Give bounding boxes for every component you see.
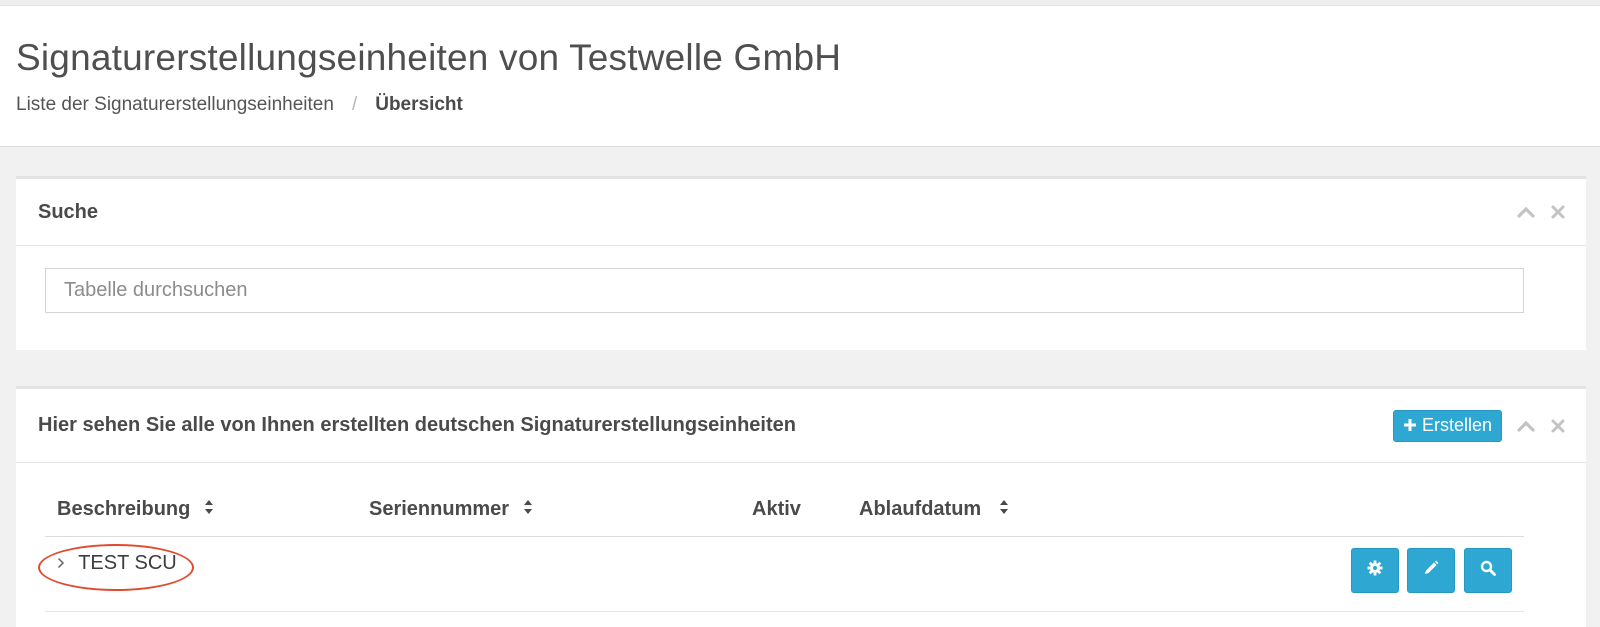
cell-ablaufdatum <box>859 536 1159 612</box>
close-icon[interactable] <box>1548 202 1568 222</box>
search-panel: Suche <box>16 176 1586 350</box>
page-header: Signaturerstellungseinheiten von Testwel… <box>0 6 1600 147</box>
list-panel-header: Hier sehen Sie alle von Ihnen erstellten… <box>16 389 1586 463</box>
scu-table: Beschreibung Seriennummer Aktiv Ablaufda… <box>38 463 1524 612</box>
table-header-row: Beschreibung Seriennummer Aktiv Ablaufda… <box>45 463 1524 537</box>
list-panel-tools: Erstellen <box>1392 389 1568 462</box>
close-icon[interactable] <box>1548 416 1568 436</box>
sort-icon <box>523 498 533 521</box>
pencil-icon <box>1423 559 1439 582</box>
search-input[interactable] <box>45 268 1524 313</box>
column-header-beschreibung[interactable]: Beschreibung <box>45 463 369 537</box>
view-button[interactable] <box>1464 548 1512 593</box>
cell-aktiv <box>752 536 859 612</box>
page-title: Signaturerstellungseinheiten von Testwel… <box>16 37 842 78</box>
cell-actions <box>1159 536 1524 612</box>
breadcrumb-parent-link[interactable]: Liste der Signaturerstellungseinheiten <box>16 94 334 116</box>
search-body <box>16 246 1586 349</box>
cell-seriennummer <box>369 536 752 612</box>
cell-beschreibung[interactable]: TEST SCU <box>38 536 369 612</box>
create-button[interactable]: Erstellen <box>1392 409 1502 442</box>
settings-button[interactable] <box>1350 548 1399 593</box>
list-panel-title: Hier sehen Sie alle von Ihnen erstellten… <box>38 414 796 436</box>
sort-icon <box>999 498 1009 521</box>
breadcrumb: Liste der Signaturerstellungseinheiten /… <box>16 94 1584 116</box>
column-header-actions <box>1159 463 1524 537</box>
column-header-seriennummer[interactable]: Seriennummer <box>369 463 752 537</box>
plus-icon <box>1403 416 1417 436</box>
create-button-label: Erstellen <box>1421 415 1492 435</box>
gear-icon <box>1367 559 1383 582</box>
breadcrumb-current: Übersicht <box>375 94 463 115</box>
chevron-up-icon[interactable] <box>1516 416 1536 436</box>
table-row[interactable]: TEST SCU <box>38 536 1524 612</box>
search-panel-tools <box>1516 179 1568 245</box>
search-panel-header: Suche <box>16 179 1586 246</box>
column-header-ablaufdatum[interactable]: Ablaufdatum <box>859 463 1159 537</box>
chevron-right-icon[interactable] <box>57 556 65 574</box>
sort-icon <box>204 498 214 521</box>
column-header-aktiv: Aktiv <box>752 463 859 537</box>
list-panel: Hier sehen Sie alle von Ihnen erstellten… <box>16 386 1586 627</box>
search-panel-title: Suche <box>38 200 99 223</box>
search-icon <box>1480 559 1496 582</box>
chevron-up-icon[interactable] <box>1516 202 1536 222</box>
breadcrumb-separator: / <box>351 94 358 115</box>
edit-button[interactable] <box>1407 548 1456 593</box>
row-description: TEST SCU <box>78 552 177 574</box>
